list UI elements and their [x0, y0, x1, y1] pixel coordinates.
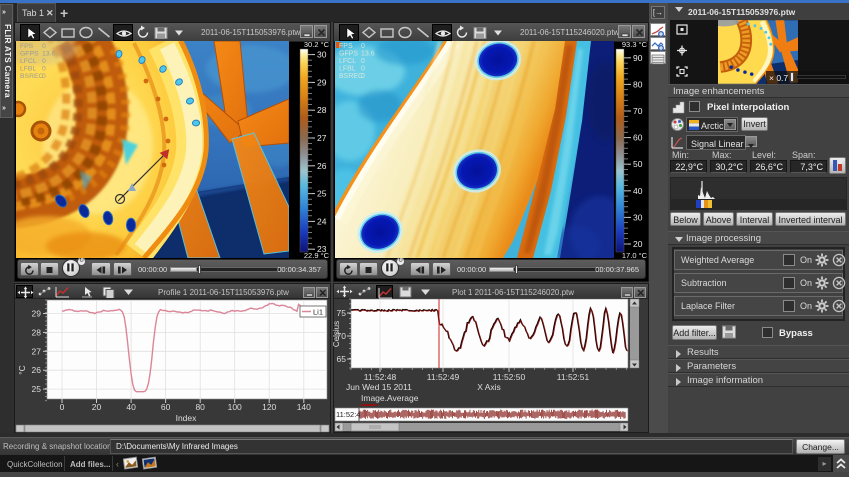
svg-text:28: 28: [317, 105, 327, 115]
svg-text:13.6: 13.6: [361, 51, 375, 58]
svg-text:LFCL: LFCL: [339, 58, 356, 65]
svg-text:LFBL: LFBL: [339, 66, 356, 73]
svg-text:65: 65: [337, 354, 347, 364]
svg-text:BSREC: BSREC: [339, 73, 363, 80]
svg-text:Li1: Li1: [313, 308, 323, 317]
svg-text:0: 0: [361, 66, 365, 73]
svg-text:50: 50: [633, 159, 643, 169]
svg-text:27: 27: [32, 346, 42, 356]
svg-text:13.6: 13.6: [42, 51, 55, 58]
svg-text:0: 0: [42, 58, 46, 65]
svg-text:11:52:4: 11:52:4: [336, 410, 360, 419]
svg-text:BSREC: BSREC: [20, 73, 44, 80]
svg-text:FPS: FPS: [339, 43, 353, 50]
svg-text:75: 75: [337, 308, 347, 318]
svg-text:Celsius: Celsius: [333, 321, 341, 347]
svg-text:25: 25: [317, 189, 327, 199]
svg-text:X Axis: X Axis: [477, 382, 501, 392]
svg-text:20: 20: [92, 402, 102, 412]
svg-text:25: 25: [32, 384, 42, 394]
svg-text:60: 60: [161, 402, 171, 412]
svg-text:11:52:51: 11:52:51: [557, 372, 590, 382]
svg-text:29: 29: [317, 77, 327, 87]
svg-text:LFCL: LFCL: [20, 58, 37, 65]
svg-text:26: 26: [317, 161, 327, 171]
svg-text:0: 0: [42, 66, 46, 73]
svg-text:°C: °C: [17, 365, 27, 375]
svg-text:40: 40: [126, 402, 136, 412]
svg-text:Image.Average: Image.Average: [361, 393, 419, 403]
svg-text:LFBL: LFBL: [20, 66, 36, 73]
svg-text:30: 30: [633, 212, 643, 222]
svg-text:140: 140: [297, 402, 311, 412]
svg-text:0: 0: [42, 43, 46, 50]
svg-text:FPS: FPS: [20, 43, 34, 50]
svg-text:70: 70: [633, 106, 643, 116]
svg-text:0: 0: [361, 58, 365, 65]
svg-text:90: 90: [633, 53, 643, 63]
svg-text:0: 0: [361, 73, 365, 80]
svg-text:24: 24: [317, 216, 327, 226]
svg-text:0: 0: [60, 402, 65, 412]
svg-text:120: 120: [262, 402, 276, 412]
svg-text:0: 0: [361, 43, 365, 50]
svg-text:60: 60: [633, 133, 643, 143]
svg-text:80: 80: [195, 402, 205, 412]
svg-text:93.3 °C: 93.3 °C: [622, 41, 648, 49]
svg-text:30: 30: [317, 50, 327, 60]
svg-text:100: 100: [228, 402, 242, 412]
svg-text:80: 80: [633, 79, 643, 89]
svg-text:27: 27: [317, 133, 327, 143]
svg-text:22.9 °C: 22.9 °C: [304, 251, 330, 260]
svg-text:11:52:49: 11:52:49: [427, 372, 460, 382]
svg-text:40: 40: [633, 186, 643, 196]
svg-text:Jun Wed 15 2011: Jun Wed 15 2011: [346, 382, 412, 392]
svg-text:26: 26: [32, 365, 42, 375]
svg-text:17.0 °C: 17.0 °C: [622, 251, 648, 260]
svg-text:30.2 °C: 30.2 °C: [304, 41, 330, 49]
svg-text:20: 20: [633, 239, 643, 249]
svg-text:28: 28: [32, 327, 42, 337]
svg-text:11:52:50: 11:52:50: [493, 372, 526, 382]
svg-text:0: 0: [42, 73, 46, 80]
svg-text:GFPS: GFPS: [339, 51, 358, 58]
svg-text:11:52:48: 11:52:48: [364, 372, 397, 382]
svg-text:GFPS: GFPS: [20, 51, 39, 58]
svg-text:Index: Index: [176, 413, 198, 423]
svg-text:29: 29: [32, 309, 42, 319]
